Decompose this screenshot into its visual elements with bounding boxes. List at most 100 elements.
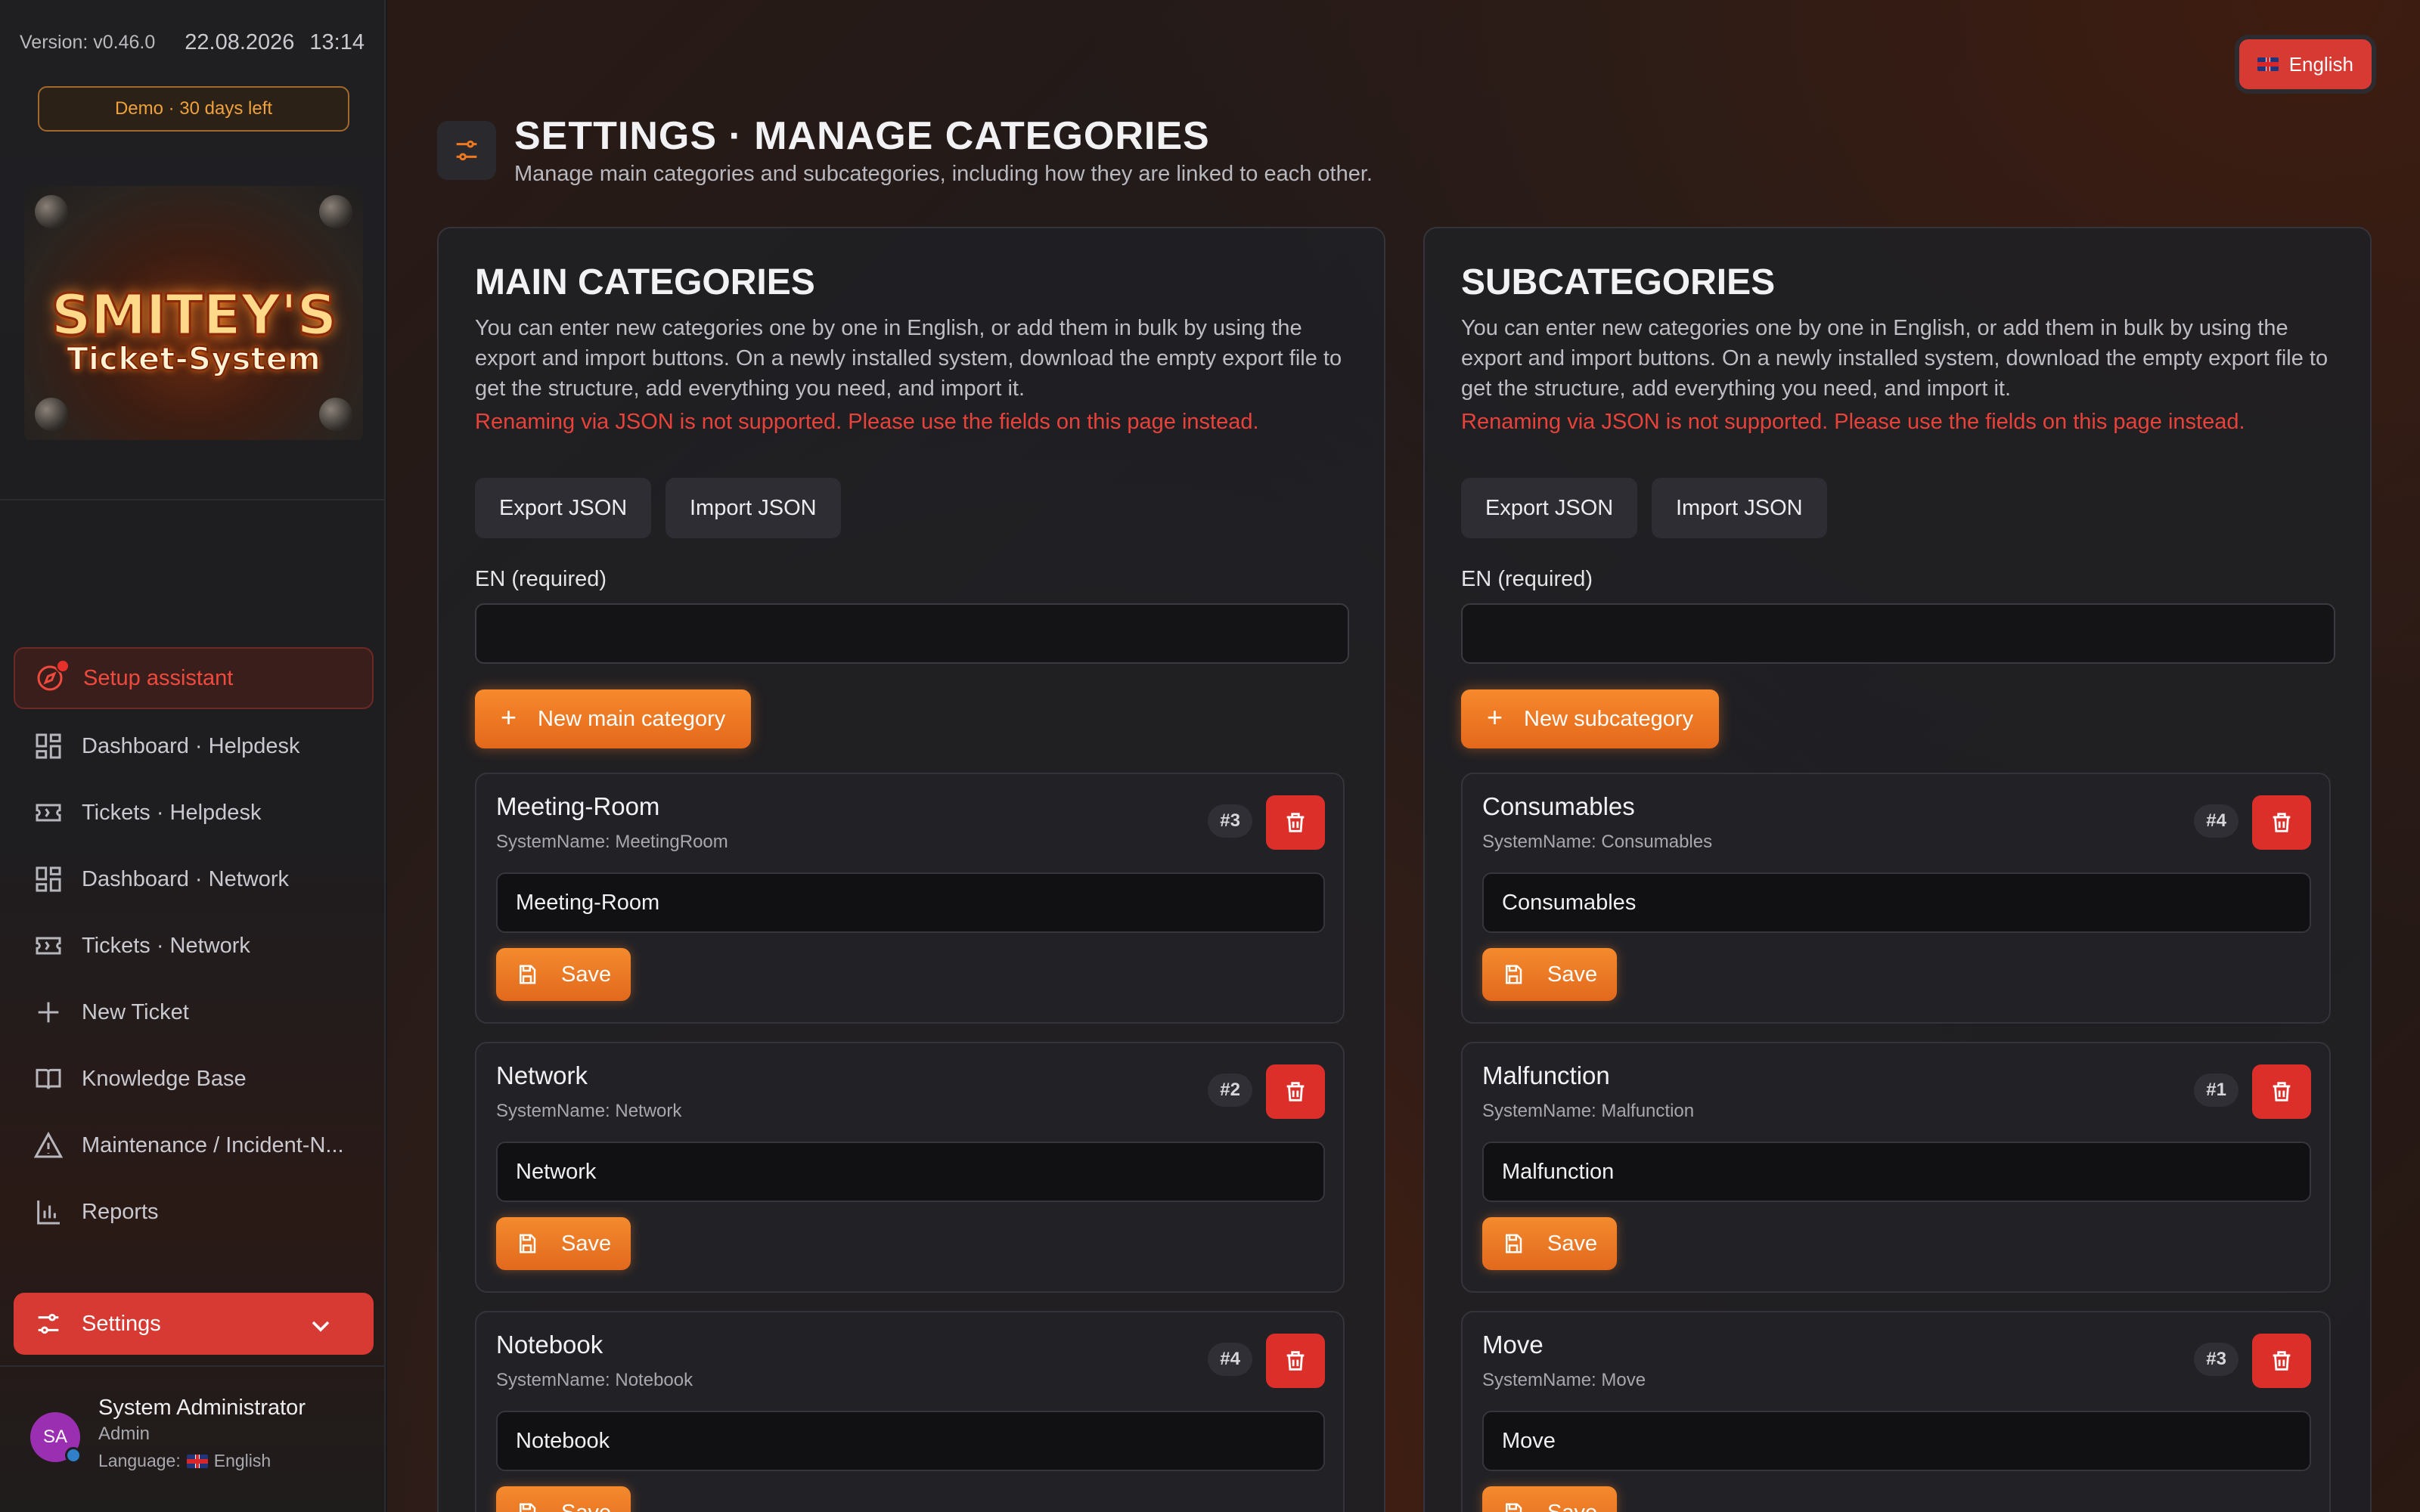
field-label: EN (required) [475,567,607,591]
dashboard-icon [36,866,61,892]
save-button[interactable]: Save [496,1217,631,1270]
sidebar-item-label: Dashboard · Network [82,866,289,891]
avatar-initials: SA [42,1427,67,1447]
category-system-name: SystemName: Consumables [1482,832,1713,852]
sidebar-item-tickets-helpdesk[interactable]: Tickets · Helpdesk [14,782,374,844]
save-icon [520,965,536,984]
save-icon [520,1234,536,1253]
import-json-button[interactable]: Import JSON [1652,478,1827,538]
new-main-category-input[interactable] [475,603,1349,664]
language-button-label: English [2288,52,2353,76]
export-json-button[interactable]: Export JSON [475,478,652,538]
language-label: Language: [98,1451,181,1470]
delete-button[interactable] [1266,1334,1325,1388]
user-role: Admin [98,1424,150,1444]
sidebar-item-label: New Ticket [82,999,189,1024]
sidebar-divider [0,499,384,500]
export-json-button[interactable]: Export JSON [1461,478,1638,538]
sidebar-item-dashboard-helpdesk[interactable]: Dashboard · Helpdesk [14,715,374,777]
logo-bolt [35,195,68,228]
new-subcategory-button[interactable]: + New subcategory [1461,689,1720,748]
category-id-badge: #4 [1208,1343,1252,1376]
category-name-input[interactable] [496,872,1325,933]
main-categories-panel: MAIN CATEGORIES You can enter new catego… [437,227,1385,1512]
save-label: Save [1547,962,1598,987]
category-card: Meeting-Room SystemName: MeetingRoom #3 … [475,773,1345,1024]
sidebar-item-label: Knowledge Base [82,1066,247,1091]
logo-title: SMITEY'S [50,282,338,349]
category-system-name: SystemName: Move [1482,1370,1646,1390]
save-icon [1506,1234,1522,1253]
language-value: English [213,1451,271,1470]
logo-bolt [319,195,352,228]
sidebar-divider [0,1365,384,1367]
sidebar-item-reports[interactable]: Reports [14,1181,374,1243]
category-name-input[interactable] [1482,1411,2311,1471]
sidebar-item-tickets-network[interactable]: Tickets · Network [14,915,374,977]
sidebar-item-new-ticket[interactable]: New Ticket [14,981,374,1043]
delete-button[interactable] [2252,1334,2311,1388]
delete-button[interactable] [2252,1064,2311,1119]
category-name-input[interactable] [496,1142,1325,1202]
sidebar-item-maintenance[interactable]: Maintenance / Incident-N... [14,1114,374,1176]
save-button[interactable]: Save [496,948,631,1001]
category-id-badge: #4 [2194,804,2238,838]
save-label: Save [1547,1501,1597,1512]
save-button[interactable]: Save [1482,948,1617,1001]
category-name-input[interactable] [1482,872,2311,933]
save-button[interactable]: Save [496,1486,631,1512]
category-card: Move SystemName: Move #3 Save [1461,1311,2331,1512]
new-main-category-button[interactable]: + New main category [475,689,752,748]
uk-flag-icon [186,1454,208,1468]
trash-icon [1286,1082,1305,1101]
sidebar-header: Version: v0.46.0 22.08.2026 13:14 [20,27,365,57]
language-switch-button[interactable]: English [2238,39,2372,89]
page-title: SETTINGS · MANAGE CATEGORIES [514,114,1210,158]
new-subcategory-input[interactable] [1461,603,2335,664]
notification-dot [56,659,70,673]
sliders-icon [38,1313,59,1334]
delete-button[interactable] [1266,1064,1325,1119]
sidebar-item-label: Setup assistant [83,665,234,690]
category-name-input[interactable] [496,1411,1325,1471]
app-logo[interactable]: SMITEY'S Ticket-System [24,186,363,440]
delete-button[interactable] [1266,795,1325,850]
status-indicator [65,1447,82,1464]
category-system-name: SystemName: Network [496,1101,682,1121]
category-name-input[interactable] [1482,1142,2311,1202]
import-json-button[interactable]: Import JSON [666,478,841,538]
category-name: Notebook [496,1331,603,1359]
panel-title: MAIN CATEGORIES [475,262,815,302]
demo-badge[interactable]: Demo · 30 days left [38,86,349,132]
category-system-name: SystemName: Notebook [496,1370,693,1390]
save-button[interactable]: Save [1482,1486,1617,1512]
save-label: Save [561,962,612,987]
category-card: Network SystemName: Network #2 Save [475,1042,1345,1293]
sidebar-item-settings[interactable]: Settings [14,1293,374,1355]
category-id-badge: #2 [1208,1074,1252,1107]
button-label: New main category [538,706,726,731]
logo-bolt [319,398,352,431]
delete-button[interactable] [2252,795,2311,850]
plus-icon: + [1487,702,1503,733]
book-icon [36,1068,61,1089]
save-button[interactable]: Save [1482,1217,1617,1270]
panel-title: SUBCATEGORIES [1461,262,1776,302]
save-label: Save [1547,1231,1598,1256]
logo-subtitle: Ticket-System [66,339,321,378]
sidebar-item-label: Tickets · Helpdesk [82,800,262,825]
chevron-down-icon [312,1321,330,1332]
avatar[interactable]: SA [30,1412,82,1464]
save-icon [1506,965,1522,984]
sidebar-item-dashboard-network[interactable]: Dashboard · Network [14,848,374,910]
sidebar: Version: v0.46.0 22.08.2026 13:14 Demo · … [0,0,386,1512]
category-card: Malfunction SystemName: Malfunction #1 S… [1461,1042,2331,1293]
sidebar-item-setup-assistant[interactable]: Setup assistant [14,647,374,709]
sidebar-item-knowledge-base[interactable]: Knowledge Base [14,1048,374,1110]
subcategories-panel: SUBCATEGORIES You can enter new categori… [1423,227,2372,1512]
category-card: Consumables SystemName: Consumables #4 S… [1461,773,2331,1024]
category-card: Notebook SystemName: Notebook #4 Save [475,1311,1345,1512]
user-profile[interactable]: SA System Administrator Admin Language: … [30,1396,306,1471]
bar-chart-icon [37,1201,60,1225]
logo-bolt [35,398,68,431]
